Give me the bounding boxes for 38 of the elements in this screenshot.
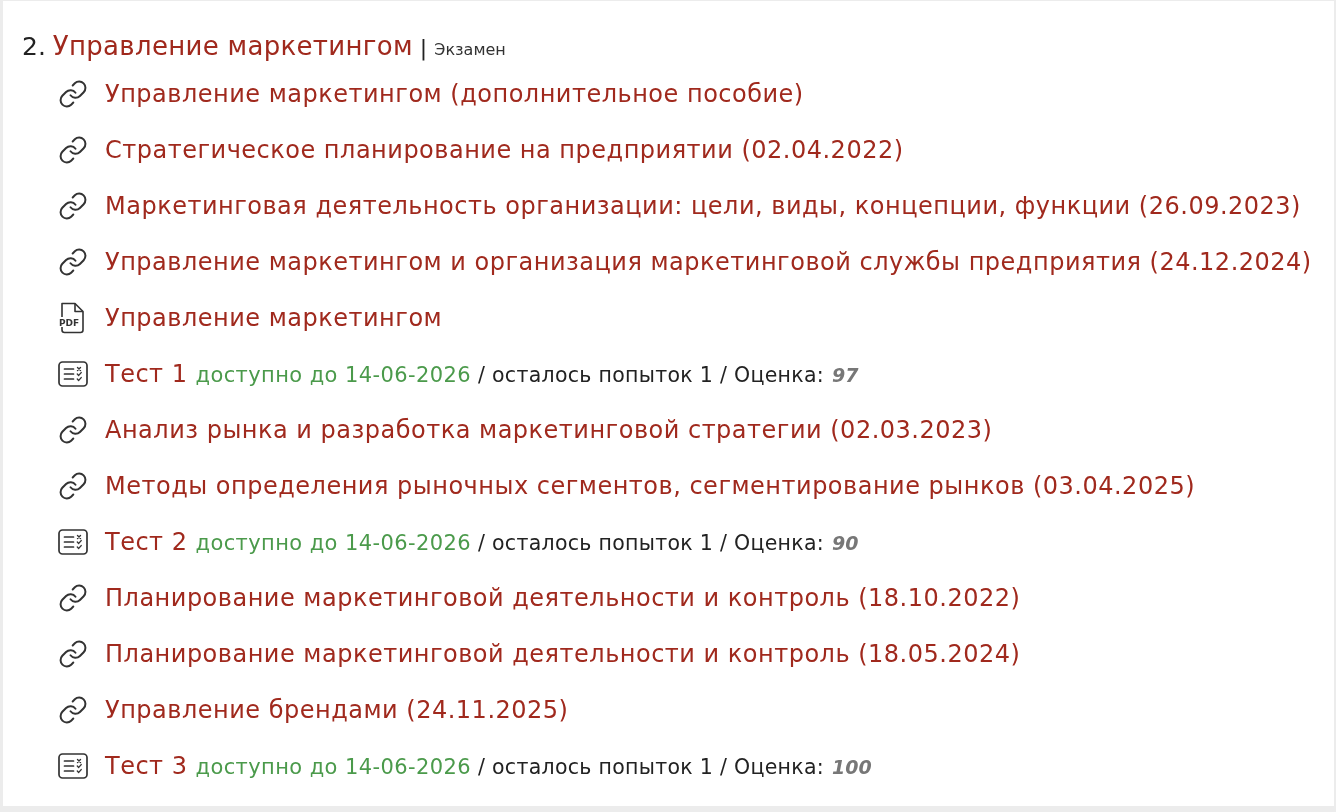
checklist-icon <box>58 529 88 555</box>
grade-value: 97 <box>832 364 859 386</box>
resource-link[interactable]: Управление маркетингом (дополнительное пособие) <box>105 80 804 108</box>
attempts-text: / осталось попыток 1 / Оценка: <box>477 363 825 387</box>
grade-value: 100 <box>832 756 872 778</box>
link-icon <box>58 247 88 277</box>
attempts-text: / осталось попыток 1 / Оценка: <box>477 755 825 779</box>
resource-link[interactable]: Планирование маркетинговой деятельности и контроль (18.10.2022) <box>105 584 1021 612</box>
link-icon <box>58 135 88 165</box>
link-icon <box>58 471 88 501</box>
link-icon <box>58 79 88 109</box>
link-icon <box>58 583 88 613</box>
checklist-icon <box>58 361 88 387</box>
resource-link[interactable]: Управление брендами (24.11.2025) <box>105 696 569 724</box>
section-number: 2. <box>22 32 46 61</box>
test-link[interactable]: Тест 3 <box>105 752 188 780</box>
checklist-icon <box>58 753 88 779</box>
grade-value: 90 <box>832 532 859 554</box>
test-link[interactable]: Тест 1 <box>105 360 188 388</box>
resource-link[interactable]: Методы определения рыночных сегментов, сегментирование рынков (03.04.2025) <box>105 472 1196 500</box>
availability-text: доступно до 14-06-2026 <box>195 363 471 387</box>
resource-link[interactable]: Стратегическое планирование на предприятии (02.04.2022) <box>105 136 904 164</box>
link-icon <box>58 415 88 445</box>
assessment-label: Экзамен <box>434 40 506 59</box>
resource-link[interactable]: Анализ рынка и разработка маркетинговой стратегии (02.03.2023) <box>105 416 993 444</box>
link-icon <box>58 695 88 725</box>
resource-link[interactable]: Управление маркетингом и организация маркетинговой службы предприятия (24.12.2024) <box>105 248 1312 276</box>
link-icon <box>58 191 88 221</box>
link-icon <box>58 639 88 669</box>
title-separator: | <box>419 35 428 60</box>
resource-link[interactable]: Маркетинговая деятельность организации: цели, виды, концепции, функции (26.09.2023) <box>105 192 1301 220</box>
test-link[interactable]: Тест 2 <box>105 528 188 556</box>
availability-text: доступно до 14-06-2026 <box>195 755 471 779</box>
resource-link[interactable]: Управление маркетингом <box>105 304 443 332</box>
attempts-text: / осталось попыток 1 / Оценка: <box>477 531 825 555</box>
availability-text: доступно до 14-06-2026 <box>195 531 471 555</box>
section-title-link[interactable]: Управление маркетингом <box>52 31 413 61</box>
resource-link[interactable]: Планирование маркетинговой деятельности и контроль (18.05.2024) <box>105 640 1021 668</box>
